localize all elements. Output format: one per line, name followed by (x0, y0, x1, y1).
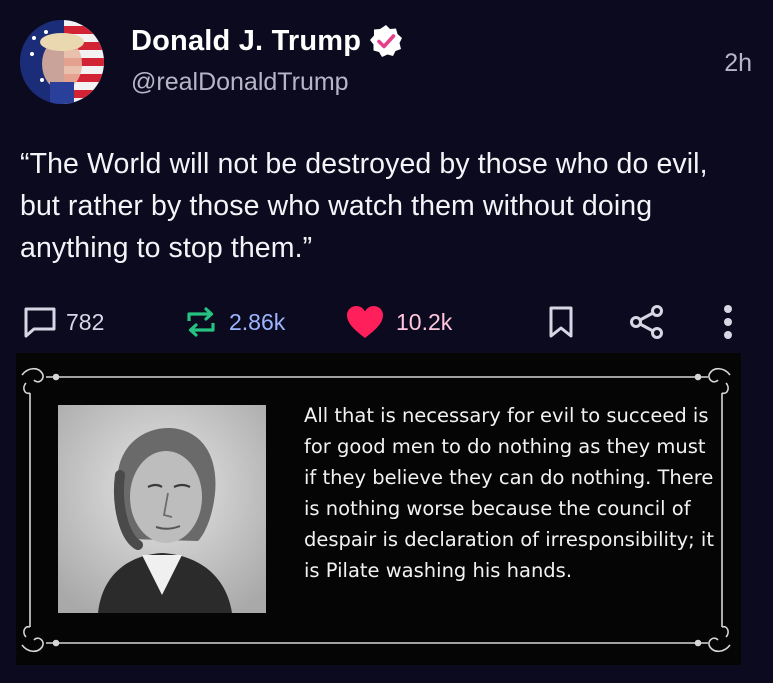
verified-badge-icon (369, 24, 403, 58)
more-button[interactable] (720, 300, 736, 344)
post-text: “The World will not be destroyed by thos… (20, 148, 708, 264)
reply-count: 782 (66, 308, 105, 335)
more-vertical-icon (724, 305, 732, 339)
avatar[interactable] (20, 20, 104, 104)
attached-image[interactable]: All that is necessary for evil to succee… (16, 353, 741, 665)
reply-button[interactable]: 782 (22, 300, 104, 344)
like-count: 10.2k (396, 308, 453, 335)
comment-icon (24, 307, 56, 338)
display-name[interactable]: Donald J. Trump (131, 25, 361, 58)
bookmark-button[interactable] (547, 300, 575, 344)
repost-button[interactable]: 2.86k (183, 300, 285, 344)
share-icon (630, 305, 663, 339)
repost-count: 2.86k (229, 308, 286, 335)
image-quote-text: All that is necessary for evil to succee… (304, 404, 714, 582)
bookmark-icon (549, 306, 573, 338)
action-bar: 782 2.86k 10.2k (0, 300, 773, 344)
post: Donald J. Trump @realDonaldTrump 2h “The… (0, 0, 773, 683)
handle[interactable]: @realDonaldTrump (131, 68, 349, 97)
portrait-image (58, 405, 266, 613)
heart-icon (347, 306, 383, 338)
like-button[interactable]: 10.2k (344, 300, 452, 344)
timestamp[interactable]: 2h (724, 49, 752, 78)
repost-icon (187, 307, 215, 337)
author-name-row: Donald J. Trump (131, 24, 403, 58)
share-button[interactable] (628, 300, 666, 344)
